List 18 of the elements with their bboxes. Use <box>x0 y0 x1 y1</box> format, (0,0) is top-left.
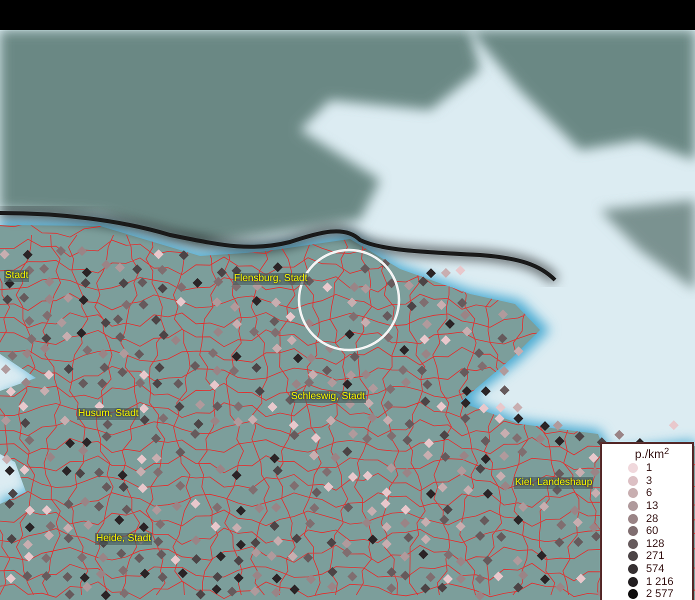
place-label: Kiel, Landeshaup <box>514 477 594 489</box>
legend-label: 574 <box>646 563 664 576</box>
place-label: Heide, Stadt <box>95 533 152 545</box>
legend-label: 6 <box>646 487 652 500</box>
legend-label: 1 <box>646 462 652 474</box>
legend-label: 3 <box>646 474 652 487</box>
legend-label: 13 <box>646 500 658 512</box>
legend-label: 28 <box>646 512 658 525</box>
legend-label: 271 <box>646 550 664 562</box>
place-label: Stadt <box>4 270 30 282</box>
place-label: Schleswig, Stadt <box>290 391 366 403</box>
legend-label: 1 216 <box>646 576 674 588</box>
place-label: Husum, Stadt <box>77 408 140 420</box>
place-label: Flensburg, Stadt <box>233 273 308 285</box>
legend-label: 60 <box>646 525 658 538</box>
legend-title: p./km$^{2}$ <box>634 446 670 462</box>
legend-label: 2 577 <box>646 588 674 600</box>
legend-label: 128 <box>646 538 664 550</box>
